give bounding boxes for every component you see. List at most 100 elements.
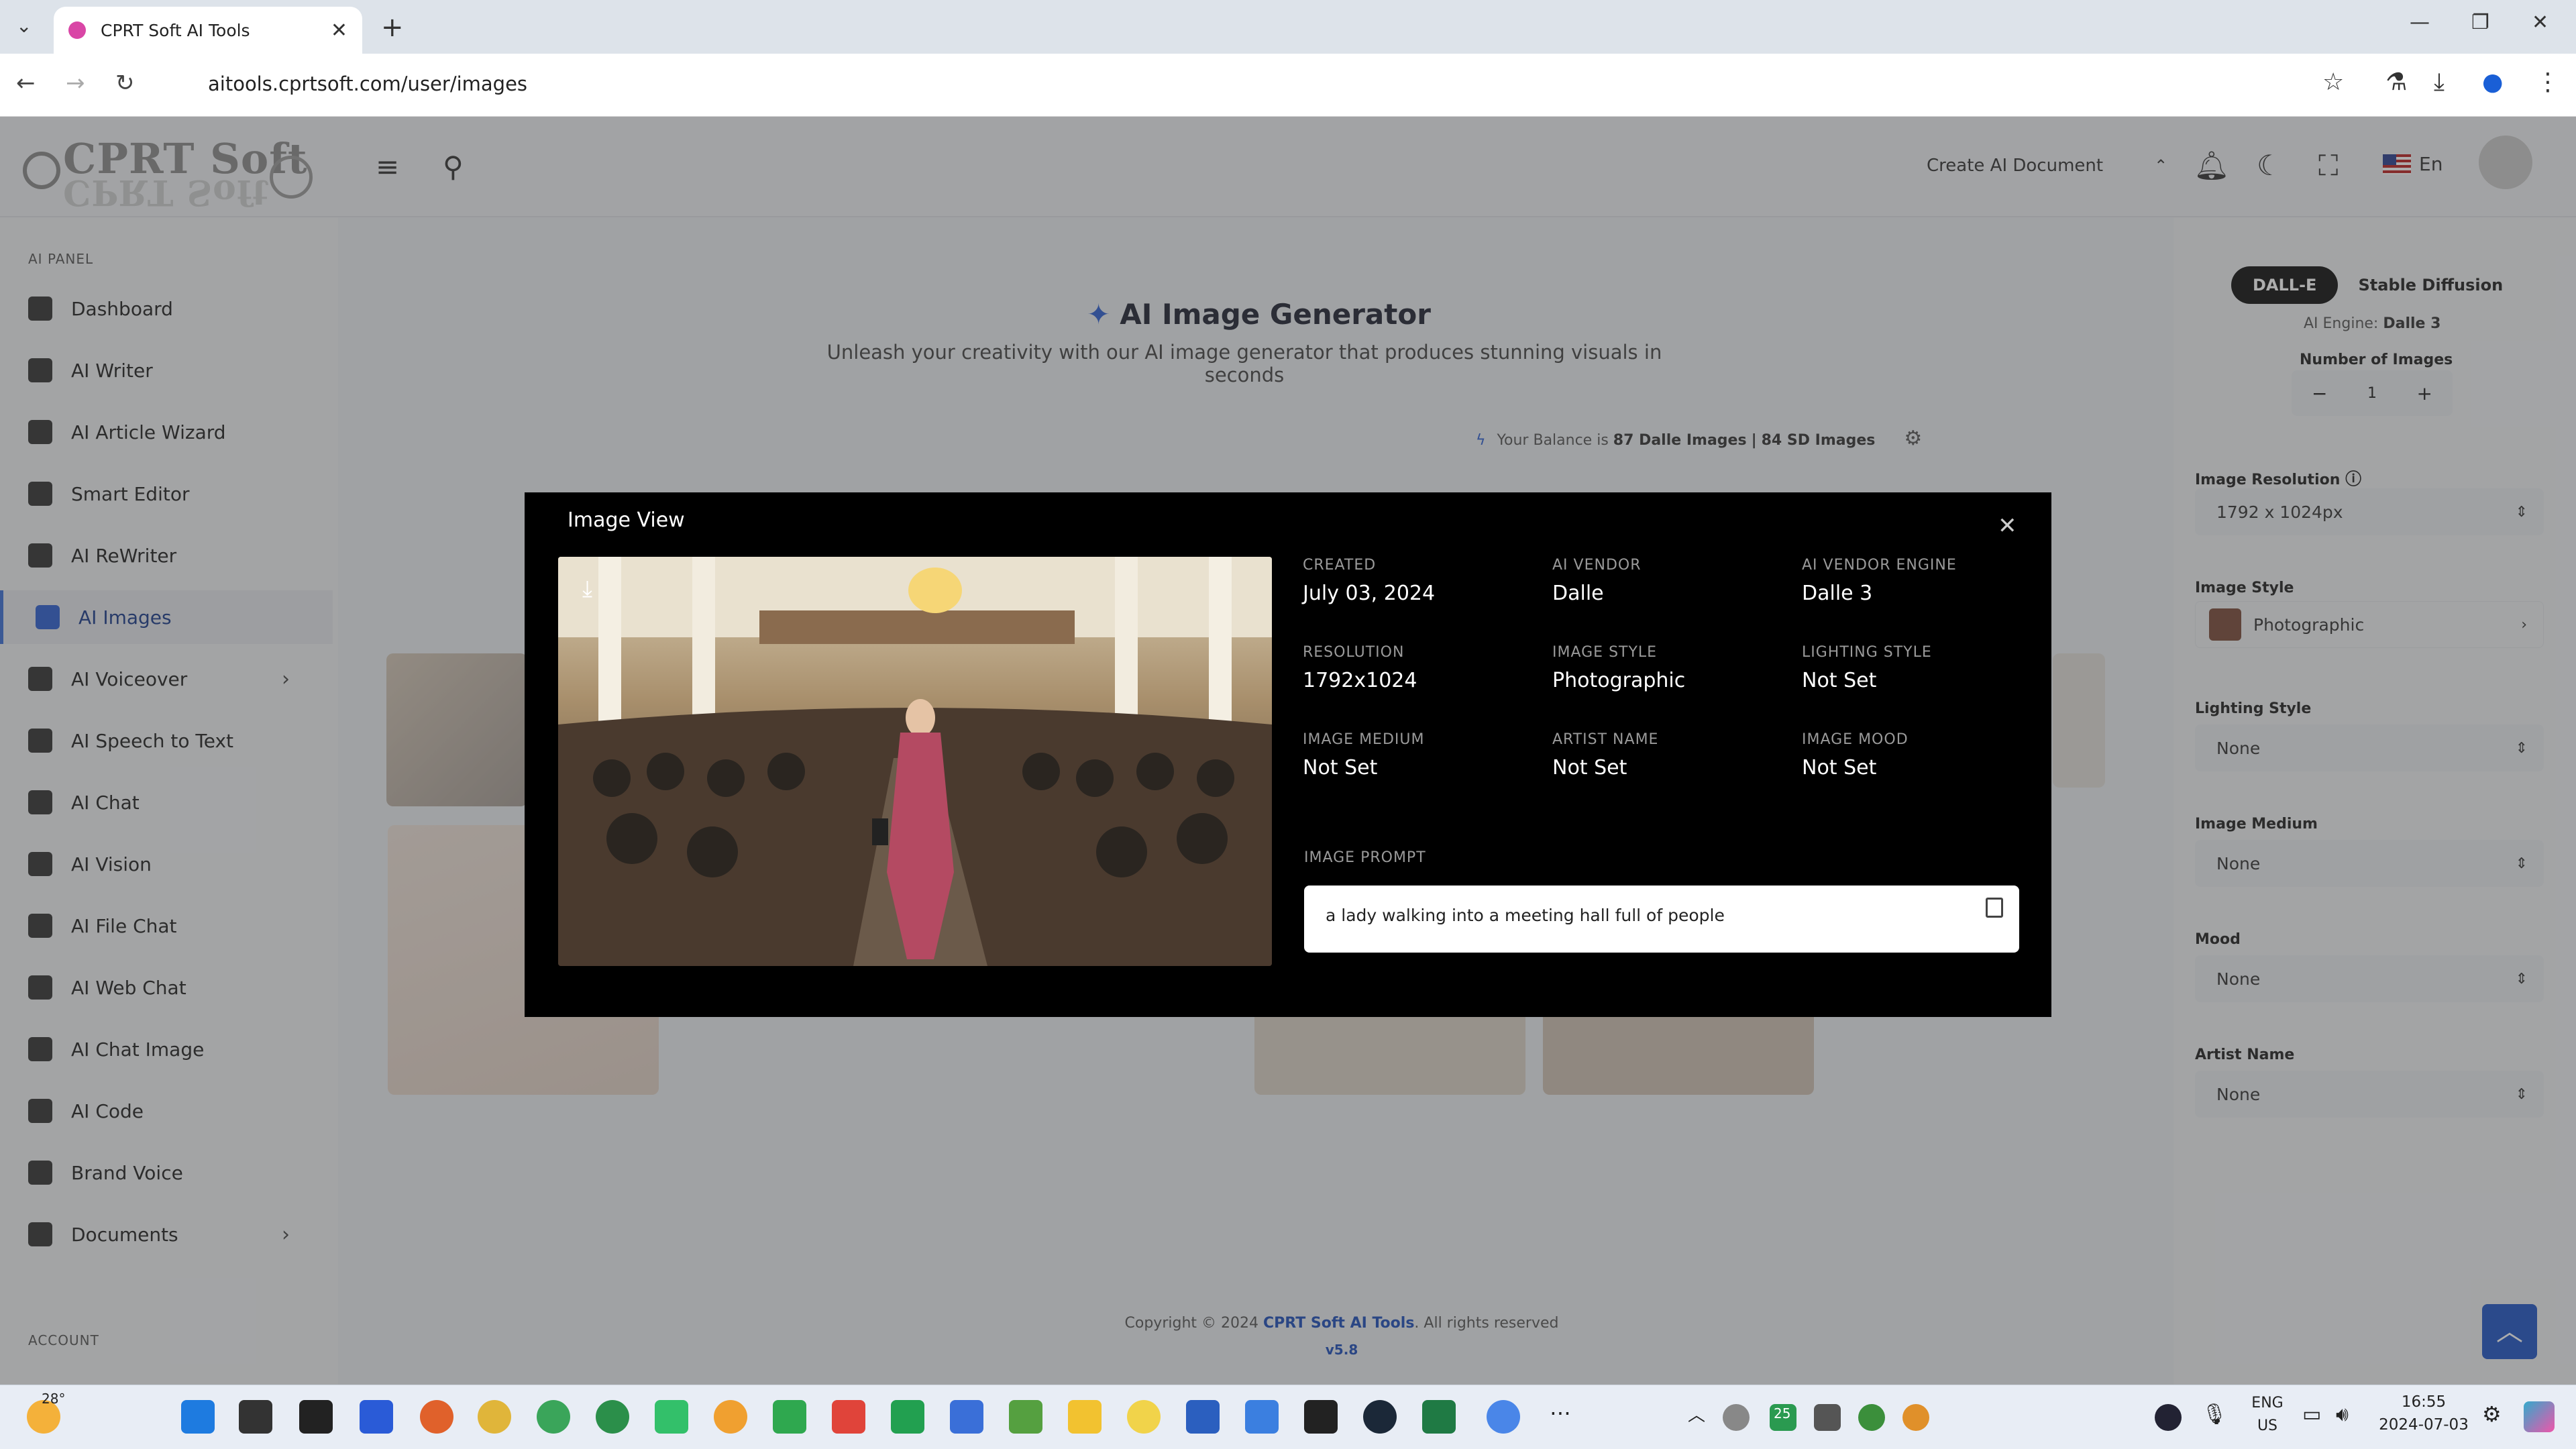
tab-search-icon[interactable]: ⌄ (16, 15, 32, 37)
detail-created: CREATED July 03, 2024 (1303, 557, 1544, 605)
detail-value: Not Set (1303, 756, 1378, 780)
notepad-icon[interactable] (950, 1400, 983, 1434)
network-icon[interactable]: ▭ (2302, 1403, 2321, 1426)
detail-lighting-style: LIGHTING STYLE Not Set (1802, 644, 2043, 692)
tray-badge-number: 25 (1774, 1405, 1791, 1421)
task-view-icon[interactable] (239, 1400, 272, 1434)
app-icon[interactable] (655, 1400, 688, 1434)
clock-time[interactable]: 16:55 (2380, 1393, 2467, 1411)
close-tab-icon[interactable]: ✕ (331, 19, 347, 42)
notification-center-icon[interactable]: ⚙ (2482, 1401, 2502, 1427)
tab-title: CPRT Soft AI Tools (101, 20, 250, 40)
bookmark-star-icon[interactable]: ☆ (2322, 68, 2344, 96)
detail-image-style: IMAGE STYLE Photographic (1552, 644, 1794, 692)
sticky-notes-icon[interactable] (1304, 1400, 1338, 1434)
volume-icon[interactable]: 🔊︎ (2336, 1403, 2349, 1426)
app-icon[interactable] (1009, 1400, 1042, 1434)
copy-icon[interactable] (1986, 898, 2003, 918)
close-icon[interactable]: ✕ (1998, 513, 2017, 539)
url-input[interactable]: aitools.cprtsoft.com/user/images (168, 62, 2301, 106)
labs-icon[interactable]: ⚗ (2385, 68, 2407, 96)
chrome-icon[interactable] (478, 1400, 511, 1434)
detail-key: AI VENDOR (1552, 557, 1642, 574)
detail-key: ARTIST NAME (1552, 731, 1659, 748)
clock-date[interactable]: 2024-07-03 (2373, 1416, 2474, 1434)
image-prompt-box[interactable]: a lady walking into a meeting hall full … (1304, 885, 2019, 953)
site-favicon-icon (68, 21, 86, 39)
download-icon[interactable]: ⤓ (582, 576, 592, 602)
browser-menu-icon[interactable]: ⋮ (2536, 68, 2560, 96)
detail-key: IMAGE STYLE (1552, 644, 1658, 661)
detail-key: LIGHTING STYLE (1802, 644, 1932, 661)
chrome-active-icon[interactable] (1487, 1400, 1520, 1434)
detail-value: Photographic (1552, 669, 1686, 692)
modal-title: Image View (568, 508, 685, 532)
downloads-icon[interactable]: ⤓ (2434, 68, 2445, 97)
detail-value: Not Set (1802, 669, 1877, 692)
start-windows-icon[interactable] (181, 1400, 215, 1434)
tray-icon[interactable] (1723, 1404, 1750, 1431)
chrome-beta-icon[interactable] (537, 1400, 570, 1434)
detail-value: Dalle 3 (1802, 582, 1873, 605)
search-app-icon[interactable] (714, 1400, 747, 1434)
app-icon[interactable] (773, 1400, 806, 1434)
app-icon[interactable] (891, 1400, 924, 1434)
detail-value: Dalle (1552, 582, 1604, 605)
chrome-dev-icon[interactable] (596, 1400, 629, 1434)
meeting-hall-image (558, 557, 1272, 966)
profile-icon[interactable]: ● (2482, 68, 2503, 96)
tray-icon[interactable] (1902, 1404, 1929, 1431)
steam-tray-icon[interactable] (2155, 1404, 2182, 1431)
word-icon[interactable] (1186, 1400, 1220, 1434)
detail-image-medium: IMAGE MEDIUM Not Set (1303, 731, 1544, 780)
detail-value: Not Set (1552, 756, 1627, 780)
restore-icon[interactable]: ❐ (2471, 11, 2489, 34)
detail-key: RESOLUTION (1303, 644, 1405, 661)
language-top[interactable]: ENG (2247, 1395, 2288, 1411)
detail-key: CREATED (1303, 557, 1377, 574)
more-apps-icon[interactable]: ⋯ (1550, 1400, 1571, 1426)
weather-temp: 28° (42, 1391, 66, 1407)
detail-key: IMAGE MOOD (1802, 731, 1909, 748)
browser-tab-strip: ⌄ CPRT Soft AI Tools ✕ + — ❐ ✕ (0, 0, 2576, 54)
detail-ai-vendor: AI VENDOR Dalle (1552, 557, 1794, 605)
file-explorer-icon[interactable] (1068, 1400, 1102, 1434)
app-root: CPRT Soft CPRT Soft ≡ ⚲ Create AI Docume… (0, 117, 2576, 1385)
detail-value: July 03, 2024 (1303, 582, 1436, 605)
detail-resolution: RESOLUTION 1792x1024 (1303, 644, 1544, 692)
image-prompt-text: a lady walking into a meeting hall full … (1326, 906, 1725, 925)
detail-image-mood: IMAGE MOOD Not Set (1802, 731, 2043, 780)
browser-tab[interactable]: CPRT Soft AI Tools ✕ (54, 7, 362, 54)
image-view-modal: Image View ✕ ⤓ CREATED July 03, 2024 AI … (525, 492, 2051, 1017)
powershell-icon[interactable] (360, 1400, 393, 1434)
language-bottom[interactable]: US (2247, 1417, 2288, 1434)
app-icon[interactable] (832, 1400, 865, 1434)
detail-artist-name: ARTIST NAME Not Set (1552, 731, 1794, 780)
close-window-icon[interactable]: ✕ (2532, 11, 2548, 34)
new-tab-icon[interactable]: + (381, 12, 404, 43)
minimize-icon[interactable]: — (2410, 11, 2430, 34)
back-icon[interactable]: ← (16, 70, 36, 97)
terminal-icon[interactable] (299, 1400, 333, 1434)
firefox-icon[interactable] (420, 1400, 453, 1434)
calendar-icon[interactable] (1245, 1400, 1279, 1434)
reload-icon[interactable]: ↻ (115, 70, 135, 97)
app-icon[interactable] (1127, 1400, 1161, 1434)
copilot-icon[interactable] (2524, 1401, 2555, 1432)
detail-key: IMAGE MEDIUM (1303, 731, 1425, 748)
excel-icon[interactable] (1422, 1400, 1456, 1434)
image-prompt-label: IMAGE PROMPT (1304, 849, 1426, 866)
generated-image: ⤓ (558, 557, 1272, 966)
tray-icon[interactable] (1814, 1404, 1841, 1431)
detail-value: 1792x1024 (1303, 669, 1417, 692)
tray-chevron-icon[interactable]: ︿ (1688, 1401, 1705, 1426)
url-text: aitools.cprtsoft.com/user/images (208, 72, 528, 95)
tray-icon[interactable] (1858, 1404, 1885, 1431)
detail-ai-vendor-engine: AI VENDOR ENGINE Dalle 3 (1802, 557, 2043, 605)
detail-value: Not Set (1802, 756, 1877, 780)
microphone-icon[interactable]: 🎙︎ (2202, 1403, 2227, 1426)
detail-key: AI VENDOR ENGINE (1802, 557, 1957, 574)
forward-icon[interactable]: → (66, 70, 85, 97)
address-bar-row: ← → ↻ aitools.cprtsoft.com/user/images ☆… (0, 54, 2576, 117)
steam-icon[interactable] (1363, 1400, 1397, 1434)
